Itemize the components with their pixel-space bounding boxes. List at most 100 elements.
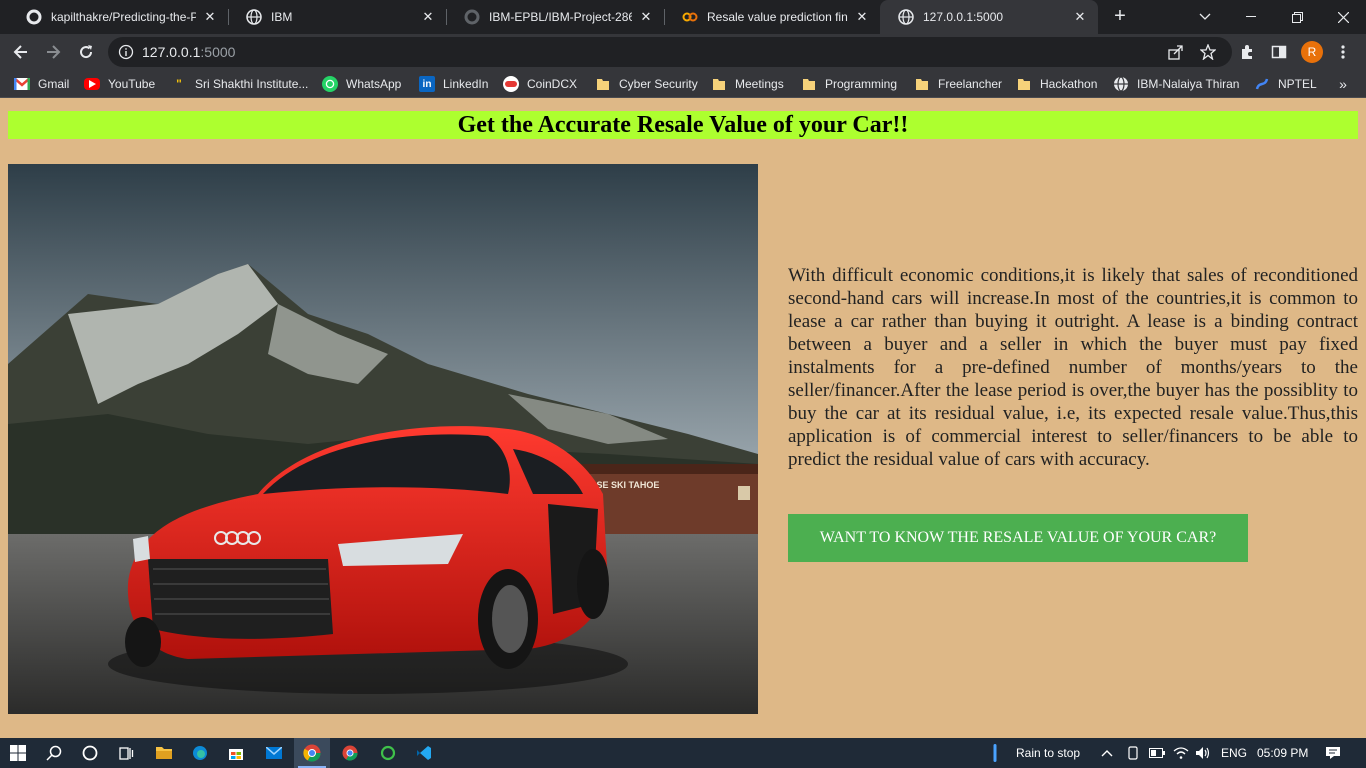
edge-icon[interactable] [182,738,218,768]
bookmark-meetings[interactable]: Meetings [711,70,784,98]
chrome-second-icon[interactable] [332,738,368,768]
tab-localhost[interactable]: 127.0.0.1:5000 ✕ [880,0,1098,34]
bookmark-shakthi[interactable]: " Sri Shakthi Institute... [171,70,308,98]
coindcx-icon [503,76,519,92]
extensions-icon[interactable] [1233,38,1261,66]
bookmark-label: YouTube [108,77,156,91]
tab-search-icon[interactable] [1182,0,1228,34]
refresh-app-icon[interactable] [370,738,406,768]
bookmark-label: CoinDCX [527,77,578,91]
tray-chevron-up-icon[interactable] [1096,738,1118,768]
bookmark-label: Gmail [38,77,70,91]
bookmark-coindcx[interactable]: CoinDCX [503,70,577,98]
search-icon[interactable] [36,738,72,768]
bookmark-linkedin[interactable]: in LinkedIn [419,70,488,98]
language-indicator[interactable]: ENG [1221,738,1247,768]
windows-start-icon[interactable] [0,738,36,768]
minimize-button[interactable] [1228,0,1274,34]
tab-colab-notebook[interactable]: Resale value prediction final.i ✕ [664,0,880,34]
linkedin-icon: in [419,76,435,92]
bookmark-label: Sri Shakthi Institute... [195,77,309,91]
page-title: Get the Accurate Resale Value of your Ca… [457,112,909,138]
browser-toolbar: 127.0.0.1:5000 [0,34,1366,70]
profile-avatar[interactable]: R [1301,41,1323,63]
github-icon [464,9,480,25]
url-text: 127.0.0.1:5000 [142,37,235,67]
bookmark-whatsapp[interactable]: WhatsApp [322,70,401,98]
bookmark-label: Programming [825,77,898,91]
address-bar[interactable]: 127.0.0.1:5000 [108,37,1232,67]
volume-icon[interactable] [1192,738,1214,768]
weather-text[interactable]: Rain to stop [1016,738,1080,768]
bookmarks-overflow-chevron-icon[interactable]: » [1334,72,1352,96]
url-host: 127.0.0.1 [142,44,201,60]
bookmark-label: WhatsApp [346,77,402,91]
youtube-icon [84,78,100,90]
bookmark-cyber-security[interactable]: Cyber Security [595,70,698,98]
vscode-icon[interactable] [406,738,442,768]
mail-icon[interactable] [256,738,292,768]
bookmark-label: IBM-Nalaiya Thiran [1137,77,1240,91]
bookmark-label: Freelancher [938,77,1003,91]
folder-icon [914,76,930,92]
folder-icon [711,76,727,92]
close-window-button[interactable] [1320,0,1366,34]
tab-github-predicting[interactable]: kapilthakre/Predicting-the-Pr ✕ [8,0,228,34]
tab-title: IBM-EPBL/IBM-Project-28674 [489,10,632,24]
share-icon[interactable] [1168,44,1184,60]
tab-title: 127.0.0.1:5000 [923,10,1004,24]
weather-rain-icon[interactable] [980,738,1010,768]
bookmark-youtube[interactable]: YouTube [84,70,155,98]
reload-icon[interactable] [72,38,100,66]
back-arrow-icon[interactable] [7,38,35,66]
predict-resale-value-button[interactable]: WANT TO KNOW THE RESALE VALUE OF YOUR CA… [788,514,1248,562]
bookmark-star-icon[interactable] [1199,43,1217,61]
github-icon [26,9,42,25]
bookmark-label: NPTEL [1278,77,1317,91]
bookmarks-bar: Gmail YouTube " Sri Shakthi Institute...… [0,70,1366,98]
tab-ibm-project[interactable]: IBM-EPBL/IBM-Project-28674 ✕ [446,0,664,34]
globe-icon [898,9,914,25]
cortana-icon[interactable] [72,738,108,768]
close-icon[interactable]: ✕ [854,9,870,25]
shakthi-icon: " [176,77,182,91]
folder-icon [595,76,611,92]
close-icon[interactable]: ✕ [202,9,218,25]
store-icon[interactable] [218,738,254,768]
phone-link-icon[interactable] [1122,738,1144,768]
bookmark-freelancher[interactable]: Freelancher [914,70,1002,98]
restore-button[interactable] [1274,0,1320,34]
site-info-icon[interactable] [118,44,134,60]
close-icon[interactable]: ✕ [1072,9,1088,25]
tab-title: kapilthakre/Predicting-the-Pr [51,10,196,24]
menu-kebab-icon[interactable] [1329,38,1357,66]
bookmark-label: Meetings [735,77,784,91]
description-text: With difficult economic conditions,it is… [788,265,1358,470]
nptel-icon [1254,76,1270,92]
car-hero-image: ROSE SKI TAHOE [8,164,758,714]
file-explorer-icon[interactable] [146,738,182,768]
new-tab-button[interactable]: + [1108,5,1132,29]
close-icon[interactable]: ✕ [638,9,654,25]
tab-title: Resale value prediction final.i [707,10,848,24]
tab-strip: kapilthakre/Predicting-the-Pr ✕ IBM ✕ IB… [0,0,1366,34]
side-panel-icon[interactable] [1265,38,1293,66]
chrome-icon[interactable] [294,738,330,768]
bookmark-gmail[interactable]: Gmail [14,70,69,98]
gmail-icon [14,76,30,92]
bookmark-programming[interactable]: Programming [801,70,897,98]
tab-ibm[interactable]: IBM ✕ [228,0,446,34]
bookmark-ibm-nalaiya-thiran[interactable]: IBM-Nalaiya Thiran [1113,70,1239,98]
wifi-icon[interactable] [1170,738,1192,768]
url-port: :5000 [200,44,236,60]
task-view-icon[interactable] [108,738,144,768]
clock-time[interactable]: 05:09 PM [1257,738,1308,768]
battery-icon[interactable] [1146,738,1168,768]
car-photo-illustration: ROSE SKI TAHOE [8,164,758,714]
notification-center-icon[interactable] [1318,738,1348,768]
bookmark-hackathon[interactable]: Hackathon [1016,70,1097,98]
bookmark-nptel[interactable]: NPTEL [1254,70,1317,98]
forward-arrow-icon[interactable] [39,38,67,66]
bookmark-label: Cyber Security [619,77,698,91]
close-icon[interactable]: ✕ [420,9,436,25]
